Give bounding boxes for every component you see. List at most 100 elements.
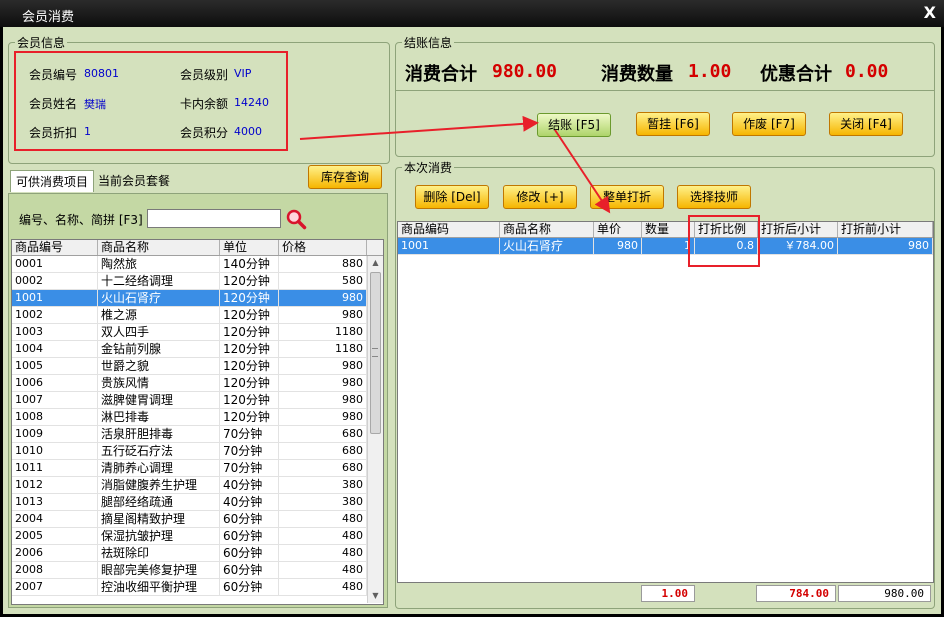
void-button[interactable]: 作废 [F7] (732, 112, 806, 136)
consume-table-header: 商品编码 商品名称 单价 数量 打折比例 打折后小计 打折前小计 (398, 222, 933, 238)
cell-unit-price: 980 (594, 238, 642, 254)
table-row[interactable]: 0001 陶然旅 140分钟 880 (12, 256, 367, 273)
cell-product-name: 十二经络调理 (98, 273, 220, 289)
col-header-before-discount[interactable]: 打折前小计 (838, 222, 933, 237)
whole-discount-button[interactable]: 整单打折 (590, 185, 664, 209)
cell-product-name: 金钻前列腺 (98, 341, 220, 357)
table-row[interactable]: 1012 消脂健腹养生护理 40分钟 380 (12, 477, 367, 494)
select-technician-button[interactable]: 选择技师 (677, 185, 751, 209)
cell-product-id: 0001 (12, 256, 98, 272)
cell-price: 980 (279, 409, 367, 425)
table-row[interactable]: 0002 十二经络调理 120分钟 580 (12, 273, 367, 290)
discount-total-value: 0.00 (845, 61, 889, 82)
table-row[interactable]: 1006 贵族风情 120分钟 980 (12, 375, 367, 392)
table-row[interactable]: 1005 世爵之貌 120分钟 980 (12, 358, 367, 375)
tab-available-items[interactable]: 可供消费项目 (10, 170, 95, 192)
cell-product-id: 2005 (12, 528, 98, 544)
col-header-unit-price[interactable]: 单价 (594, 222, 642, 237)
cell-product-name: 眼部完美修复护理 (98, 562, 220, 578)
col-header-after-discount[interactable]: 打折后小计 (758, 222, 838, 237)
quantity-value: 1.00 (688, 61, 732, 82)
search-icon[interactable] (285, 208, 307, 230)
cell-price: 480 (279, 528, 367, 544)
cell-price: 380 (279, 494, 367, 510)
product-table-scrollbar[interactable]: ▲ ▼ (367, 256, 383, 603)
stock-query-button[interactable]: 库存查询 (308, 165, 382, 189)
table-row[interactable]: 1013 腿部经络疏通 40分钟 380 (12, 494, 367, 511)
cell-unit: 120分钟 (220, 341, 279, 357)
table-row[interactable]: 1007 滋脾健胃调理 120分钟 980 (12, 392, 367, 409)
table-row[interactable]: 1003 双人四手 120分钟 1180 (12, 324, 367, 341)
cell-price: 980 (279, 290, 367, 306)
suspend-button[interactable]: 暂挂 [F6] (636, 112, 710, 136)
close-icon[interactable]: X (924, 3, 936, 22)
cell-unit: 120分钟 (220, 392, 279, 408)
table-row[interactable]: 2005 保湿抗皱护理 60分钟 480 (12, 528, 367, 545)
close-button[interactable]: 关闭 [F4] (829, 112, 903, 136)
col-header-price[interactable]: 价格 (279, 240, 367, 255)
col-header-unit[interactable]: 单位 (220, 240, 279, 255)
tab-member-packages[interactable]: 当前会员套餐 (93, 170, 175, 192)
cell-price: 880 (279, 256, 367, 272)
cell-price: 1180 (279, 324, 367, 340)
cell-unit: 70分钟 (220, 426, 279, 442)
cell-unit: 120分钟 (220, 273, 279, 289)
cell-product-id: 2007 (12, 579, 98, 595)
table-row[interactable]: 1009 活泉肝胆排毒 70分钟 680 (12, 426, 367, 443)
cell-product-id: 0002 (12, 273, 98, 289)
cell-product-id: 2004 (12, 511, 98, 527)
checkout-button[interactable]: 结账 [F5] (537, 113, 611, 137)
cell-name: 火山石肾疗 (500, 238, 594, 254)
table-row[interactable]: 1004 金钻前列腺 120分钟 1180 (12, 341, 367, 358)
cell-product-name: 贵族风情 (98, 375, 220, 391)
delete-button[interactable]: 删除 [Del] (415, 185, 489, 209)
table-row[interactable]: 1011 清肺养心调理 70分钟 680 (12, 460, 367, 477)
col-header-product-id[interactable]: 商品编号 (12, 240, 98, 255)
search-label: 编号、名称、简拼 [F3] (19, 213, 143, 227)
cell-price: 580 (279, 273, 367, 289)
cell-product-name: 世爵之貌 (98, 358, 220, 374)
cell-price: 1180 (279, 341, 367, 357)
total-label: 消费合计 (405, 64, 477, 85)
search-input[interactable] (147, 209, 281, 228)
cell-unit: 120分钟 (220, 290, 279, 306)
cell-unit: 140分钟 (220, 256, 279, 272)
cell-price: 480 (279, 511, 367, 527)
cell-product-id: 1005 (12, 358, 98, 374)
table-row[interactable]: 1002 椎之源 120分钟 980 (12, 307, 367, 324)
cell-unit: 60分钟 (220, 579, 279, 595)
product-table-header: 商品编号 商品名称 单位 价格 (12, 240, 383, 256)
footer-after-discount-total: 784.00 (756, 585, 836, 602)
table-row[interactable]: 2004 摘星阁精致护理 60分钟 480 (12, 511, 367, 528)
table-row[interactable]: 2008 眼部完美修复护理 60分钟 480 (12, 562, 367, 579)
col-header-product-name[interactable]: 商品名称 (98, 240, 220, 255)
table-row[interactable]: 1010 五行砭石疗法 70分钟 680 (12, 443, 367, 460)
consume-row[interactable]: 1001 火山石肾疗 980 1 0.8 ￥784.00 980 (398, 238, 933, 255)
cell-product-id: 1012 (12, 477, 98, 493)
cell-product-name: 清肺养心调理 (98, 460, 220, 476)
window-title: 会员消费 (22, 10, 75, 25)
cell-unit: 60分钟 (220, 545, 279, 561)
table-row[interactable]: 2007 控油收细平衡护理 60分钟 480 (12, 579, 367, 596)
footer-before-discount-total: 980.00 (838, 585, 931, 602)
cell-product-name: 控油收细平衡护理 (98, 579, 220, 595)
edit-button[interactable]: 修改 [+] (503, 185, 577, 209)
cell-unit: 120分钟 (220, 324, 279, 340)
scroll-up-arrow-icon[interactable]: ▲ (368, 256, 383, 270)
scroll-down-arrow-icon[interactable]: ▼ (368, 589, 383, 603)
cell-product-name: 滋脾健胃调理 (98, 392, 220, 408)
cell-product-name: 祛斑除印 (98, 545, 220, 561)
table-row[interactable]: 1001 火山石肾疗 120分钟 980 (12, 290, 367, 307)
footer-quantity-total: 1.00 (641, 585, 695, 602)
cell-unit: 60分钟 (220, 562, 279, 578)
col-header-name[interactable]: 商品名称 (500, 222, 594, 237)
cell-unit: 60分钟 (220, 528, 279, 544)
table-row[interactable]: 1008 淋巴排毒 120分钟 980 (12, 409, 367, 426)
checkout-info-title: 结账信息 (402, 34, 455, 51)
cell-price: 680 (279, 426, 367, 442)
col-header-code[interactable]: 商品编码 (398, 222, 500, 237)
cell-price: 980 (279, 375, 367, 391)
table-row[interactable]: 2006 祛斑除印 60分钟 480 (12, 545, 367, 562)
cell-product-id: 1006 (12, 375, 98, 391)
cell-product-id: 1002 (12, 307, 98, 323)
